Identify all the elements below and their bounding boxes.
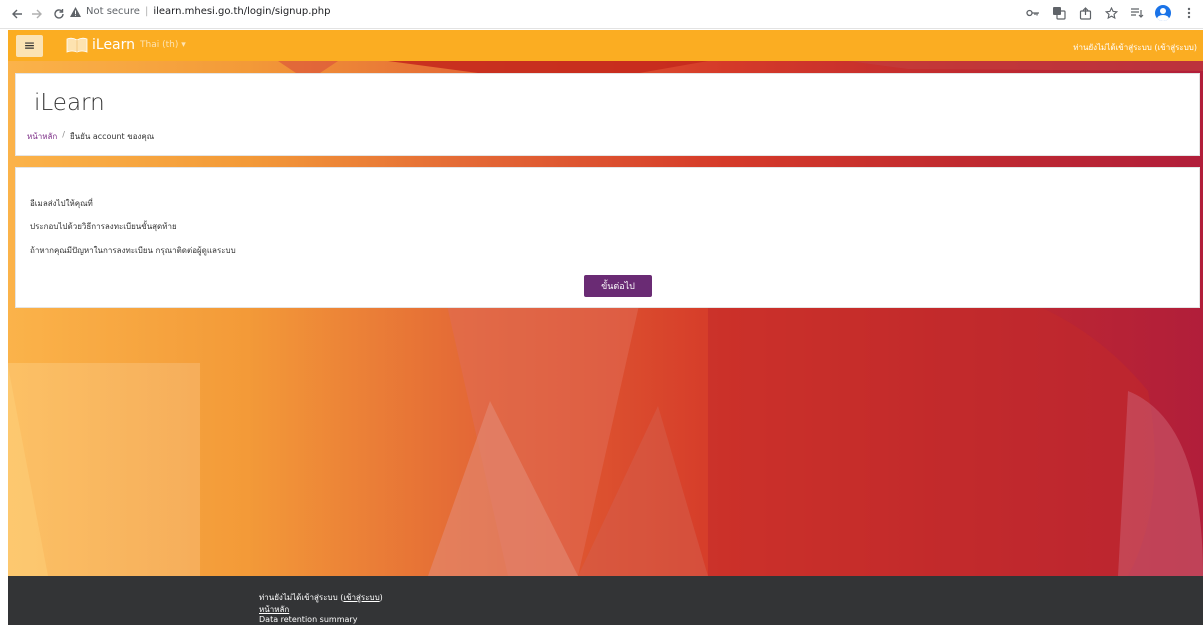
reading-list-icon[interactable] [1129,5,1145,21]
url-text: ilearn.mhesi.go.th/login/signup.php [153,6,331,17]
instructions-message: ประกอบไปด้วยวิธีการลงทะเบียนขั้นสุดท้าย [30,222,177,231]
hamburger-menu-button[interactable]: ≡ [16,35,43,57]
email-sent-message: อีเมลส่งไปให้คุณที่ [30,199,93,208]
caret-down-icon: ▾ [181,40,186,50]
key-icon[interactable] [1025,5,1041,21]
left-gutter [0,29,8,625]
breadcrumb-separator: / [62,130,65,139]
hamburger-icon: ≡ [23,38,36,54]
breadcrumb: หน้าหลัก / ยืนยัน account ของคุณ [27,130,154,143]
confirmation-panel: อีเมลส่งไปให้คุณที่ ประกอบไปด้วยวิธีการล… [15,167,1200,308]
reload-icon[interactable] [50,5,68,23]
star-icon[interactable] [1103,5,1119,21]
footer-login-prefix: ท่านยังไม่ได้เข้าสู่ระบบ ( [259,593,344,602]
top-navbar: ≡ iLearn Thai (th) ▾ ท่านยังไม่ได้เข้าสู… [8,30,1203,61]
breadcrumb-home-link[interactable]: หน้าหลัก [27,130,57,143]
brand-link[interactable]: iLearn [92,37,135,53]
menu-icon[interactable] [1181,5,1197,21]
warning-icon [70,6,81,17]
book-logo-icon[interactable] [66,37,88,53]
page-title: iLearn [34,90,105,116]
page-footer: ท่านยังไม่ได้เข้าสู่ระบบ (เข้าสู่ระบบ) ห… [8,576,1203,625]
share-icon[interactable] [1077,5,1093,21]
forward-icon[interactable] [28,5,46,23]
footer-data-retention-link[interactable]: Data retention summary [259,615,357,624]
profile-icon[interactable] [1155,5,1171,21]
address-bar[interactable]: Not secure | ilearn.mhesi.go.th/login/si… [70,6,330,17]
security-label: Not secure [86,6,140,17]
login-status[interactable]: ท่านยังไม่ได้เข้าสู่ระบบ (เข้าสู่ระบบ) [1073,41,1197,54]
continue-button[interactable]: ขั้นต่อไป [584,275,652,297]
language-selector[interactable]: Thai (th) ▾ [140,40,186,50]
url-separator: | [144,6,149,17]
page-header: iLearn หน้าหลัก / ยืนยัน account ของคุณ [15,73,1200,156]
footer-login-suffix: ) [379,593,383,602]
back-icon[interactable] [8,5,26,23]
translate-icon[interactable] [1051,5,1067,21]
footer-login-link[interactable]: เข้าสู่ระบบ [343,593,379,602]
contact-admin-message: ถ้าหากคุณมีปัญหาในการลงทะเบียน กรุณาติดต… [30,246,236,255]
browser-toolbar: Not secure | ilearn.mhesi.go.th/login/si… [0,0,1203,29]
language-label: Thai (th) [140,40,179,50]
breadcrumb-current: ยืนยัน account ของคุณ [69,132,155,141]
